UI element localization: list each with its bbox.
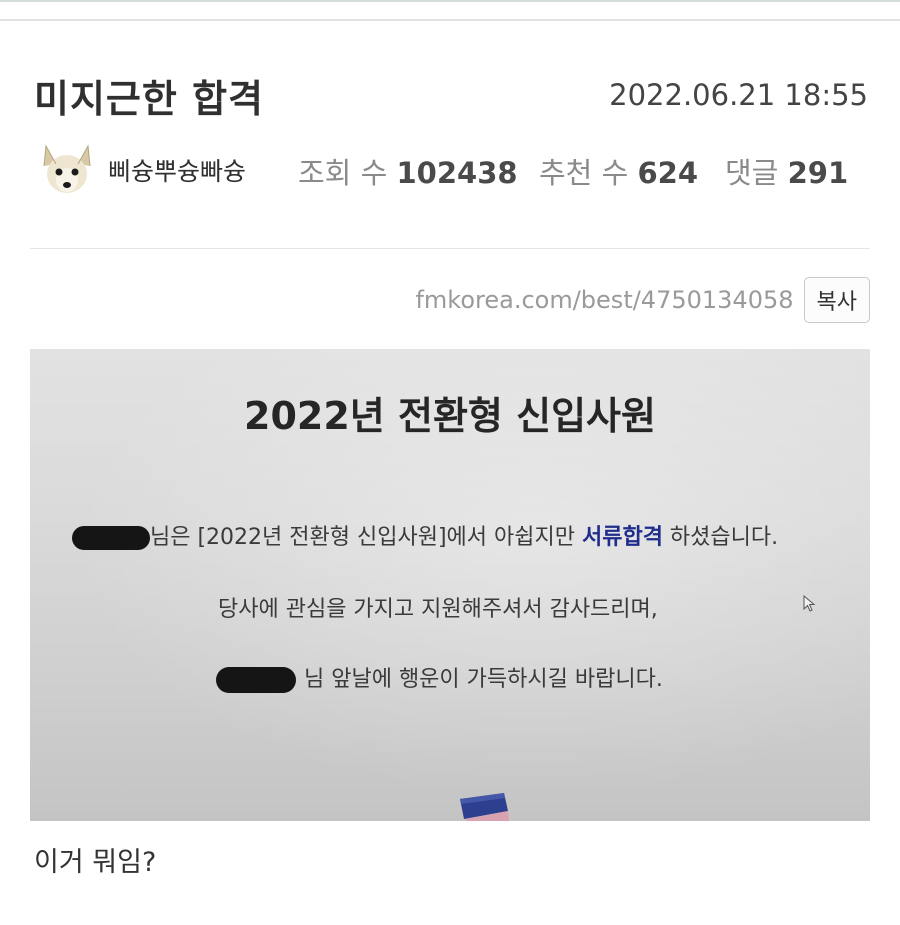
view-count-value: 102438 <box>396 156 518 190</box>
meta-divider <box>30 248 870 249</box>
url-row: fmkorea.com/best/4750134058 복사 <box>415 277 870 323</box>
view-count: 조회 수 102438 <box>298 150 518 192</box>
image-heading: 2022년 전환형 신입사원 <box>244 394 656 438</box>
redacted-name-scribble <box>72 526 150 550</box>
decorative-object <box>460 793 510 821</box>
post-date: 2022.06.21 18:55 <box>609 78 868 112</box>
image-line-1-highlight: 서류합격 <box>581 525 663 550</box>
post-body-text: 이거 뭐임? <box>34 847 157 878</box>
mouse-cursor-icon <box>803 595 816 612</box>
post-url[interactable]: fmkorea.com/best/4750134058 <box>415 286 793 314</box>
dog-avatar-icon[interactable] <box>36 140 98 200</box>
comment-count-label: 댓글 <box>725 156 779 190</box>
image-line-3-text: 님 앞날에 행운이 가득하시길 바랍니다. <box>304 667 663 692</box>
image-line-3: 님 앞날에 행운이 가득하시길 바랍니다. <box>216 661 663 693</box>
post-title: 미지근한 합격 <box>34 77 264 121</box>
post-meta: 삐슝뿌슝빠슝 조회 수 102438 추천 수 624 댓글 291 <box>36 140 876 200</box>
top-border <box>0 0 900 2</box>
view-count-label: 조회 수 <box>298 156 388 190</box>
image-line-1: 님은 [2022년 전환형 신입사원]에서 아쉽지만 서류합격 하셨습니다. <box>72 519 778 551</box>
recommend-count-label: 추천 수 <box>539 156 629 190</box>
image-line-1-text-b: 하셨습니다. <box>662 525 779 550</box>
comment-count[interactable]: 댓글 291 <box>725 150 848 192</box>
recommend-count: 추천 수 624 <box>539 150 698 192</box>
header-divider <box>0 19 900 21</box>
redacted-name-scribble <box>216 667 296 693</box>
comment-count-value: 291 <box>787 156 849 190</box>
copy-url-button[interactable]: 복사 <box>803 277 870 323</box>
author-name[interactable]: 삐슝뿌슝빠슝 <box>108 152 246 188</box>
post-image[interactable]: 2022년 전환형 신입사원 님은 [2022년 전환형 신입사원]에서 아쉽지… <box>30 349 870 821</box>
image-line-2: 당사에 관심을 가지고 지원해주셔서 감사드리며, <box>218 597 658 622</box>
recommend-count-value: 624 <box>637 156 699 190</box>
image-line-1-text-a: 님은 [2022년 전환형 신입사원]에서 아쉽지만 <box>150 525 582 550</box>
